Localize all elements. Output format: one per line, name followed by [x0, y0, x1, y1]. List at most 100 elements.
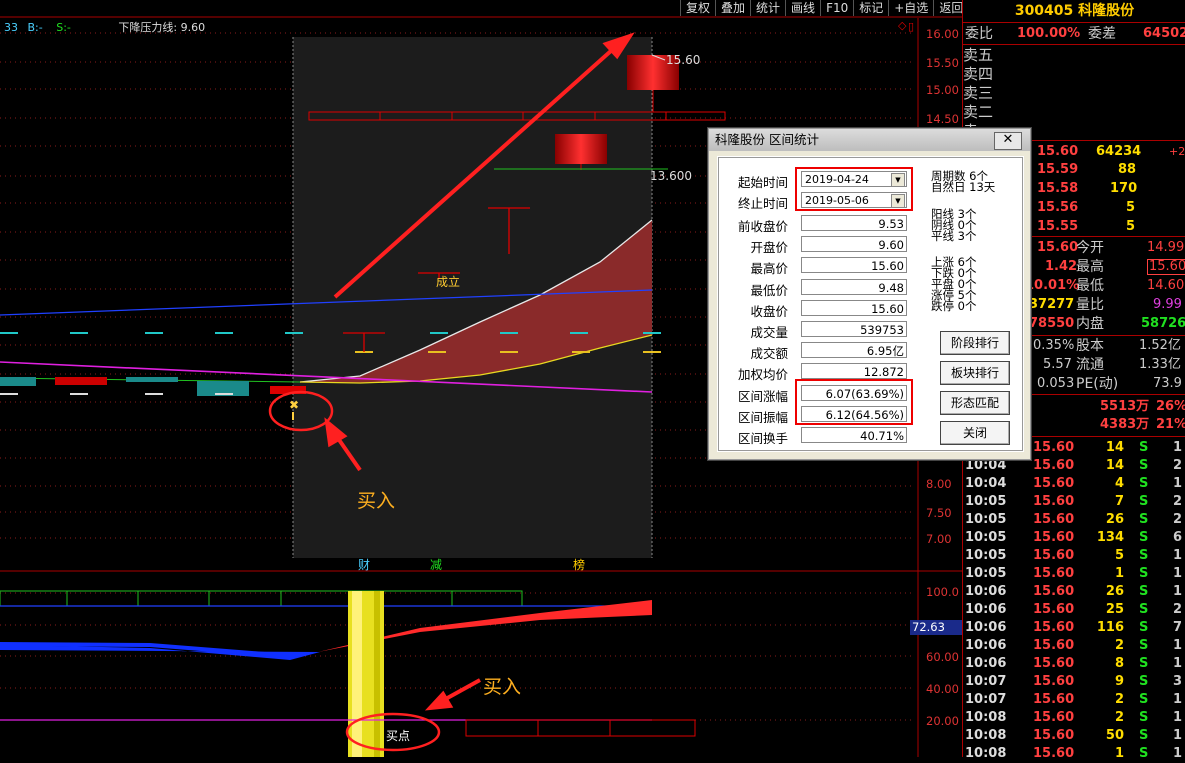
tick-p: 15.60 [1033, 530, 1075, 545]
tick-t: 10:05 [965, 494, 1007, 509]
tick-s: S [1139, 566, 1149, 581]
tick-row: 10:08 15.60 2 S 1 [963, 709, 1185, 727]
tick-v: 26 [1105, 512, 1124, 527]
toolbar-draw-button[interactable]: 画线 [785, 0, 820, 16]
tick-s: S [1139, 674, 1149, 689]
pattern-match-button[interactable]: 形态匹配 [940, 391, 1010, 415]
tick-n: 1 [1173, 746, 1183, 761]
interval-stats-dialog: 科隆股份 区间统计 ✕ 起始时间 2019-04-24 ▼ 终止时间 2019-… [708, 128, 1031, 460]
price-tick: 15.50 [926, 56, 959, 70]
indicator-tick: 20.00 [926, 714, 959, 728]
toolbar-fuquan-button[interactable]: 复权 [680, 0, 715, 16]
end-time-label: 终止时间 [737, 196, 788, 211]
highlight-gain-range [795, 379, 913, 425]
tick-p: 15.60 [1033, 602, 1075, 617]
indicator-legend: 33 B:- S:- 下降压力线: 9.60 [4, 19, 205, 35]
price-tick: 14.50 [926, 112, 959, 126]
field-label: 最高价 [750, 261, 788, 277]
dialog-close-icon[interactable]: ✕ [994, 132, 1022, 150]
buy-point-label: 买点 [386, 729, 411, 743]
buy-text-lower: 买入 [483, 676, 522, 698]
top-toolbar: 复权 叠加 统计 画线 F10 标记 +自选 返回 [680, 0, 968, 16]
field-label: 开盘价 [750, 240, 788, 256]
tick-t: 10:04 [965, 476, 1007, 491]
info-limitdown: 跌停 0个 [931, 299, 977, 313]
toolbar-f10-button[interactable]: F10 [820, 0, 853, 16]
field-label: 区间换手 [737, 431, 788, 446]
tick-n: 1 [1173, 692, 1183, 707]
tick-v: 14 [1105, 440, 1124, 455]
tick-p: 15.60 [1033, 440, 1075, 455]
indicator-current-value: 72.63 [912, 620, 945, 634]
tick-t: 10:06 [965, 638, 1007, 653]
dialog-title: 科隆股份 区间统计 [715, 132, 819, 147]
tick-s: S [1139, 602, 1149, 617]
stage-rank-button[interactable]: 阶段排行 [940, 331, 1010, 355]
tick-n: 1 [1173, 440, 1183, 455]
toolbar-stats-button[interactable]: 统计 [750, 0, 785, 16]
svg-text:▯: ▯ [908, 20, 914, 33]
field-value: 9.53 [801, 215, 907, 231]
tick-row: 10:06 15.60 2 S 1 [963, 637, 1185, 655]
tick-p: 15.60 [1033, 728, 1075, 743]
field-value: 9.48 [801, 278, 907, 295]
tick-n: 2 [1173, 602, 1183, 617]
tick-v: 1 [1114, 746, 1124, 761]
svg-text:◇: ◇ [898, 19, 907, 32]
tick-n: 7 [1173, 620, 1183, 635]
tick-row: 10:07 15.60 2 S 1 [963, 691, 1185, 709]
highlight-date-range [795, 167, 913, 211]
tick-p: 15.60 [1033, 746, 1075, 761]
indicator-panel [0, 590, 696, 757]
event-cai-icon[interactable]: 财 [358, 556, 370, 573]
tick-v: 26 [1105, 584, 1124, 599]
tick-s: S [1139, 656, 1149, 671]
stock-code: 300405 [1014, 3, 1074, 19]
toolbar-add-watchlist-button[interactable]: +自选 [888, 0, 933, 16]
sell-level-5: 卖五 [963, 46, 994, 64]
field-label: 最低价 [750, 282, 788, 298]
tick-p: 15.60 [1033, 692, 1075, 707]
tick-v: 1 [1114, 566, 1124, 581]
candle-mid [555, 134, 607, 164]
price-tick: 7.50 [926, 506, 952, 520]
field-value: 9.60 [801, 236, 907, 253]
event-jian-icon[interactable]: 减 [430, 556, 442, 573]
tick-row: 10:05 15.60 134 S 6 [963, 529, 1185, 547]
tick-s: S [1139, 746, 1149, 761]
tick-n: 2 [1173, 494, 1183, 509]
tick-n: 2 [1173, 512, 1183, 527]
tick-n: 1 [1173, 710, 1183, 725]
legend-b: B:- [27, 21, 43, 34]
tick-s: S [1139, 530, 1149, 545]
tick-v: 8 [1114, 656, 1124, 671]
close-button[interactable]: 关闭 [940, 421, 1010, 445]
tick-n: 1 [1173, 476, 1183, 491]
tick-p: 15.60 [1033, 584, 1075, 599]
tick-p: 15.60 [1033, 674, 1075, 689]
tick-s: S [1139, 620, 1149, 635]
tick-n: 1 [1173, 548, 1183, 563]
weibi-row: 委比 100.00% 委差 64502 [965, 26, 1185, 42]
buy-marker-icon: ✖ [289, 398, 299, 412]
tick-row: 10:06 15.60 116 S 7 [963, 619, 1185, 637]
tick-p: 15.60 [1033, 476, 1075, 491]
tick-row: 10:05 15.60 5 S 1 [963, 547, 1185, 565]
field-value: 539753 [801, 321, 907, 337]
dialog-titlebar[interactable]: 科隆股份 区间统计 ✕ [709, 129, 1030, 151]
tick-s: S [1139, 512, 1149, 527]
tick-p: 15.60 [1033, 548, 1075, 563]
tick-t: 10:08 [965, 728, 1007, 743]
event-bang-icon[interactable]: 榜 [573, 556, 585, 573]
sector-rank-button[interactable]: 板块排行 [940, 361, 1010, 385]
legend-resistance: 下降压力线: 9.60 [118, 21, 206, 34]
toolbar-mark-button[interactable]: 标记 [853, 0, 888, 16]
tick-s: S [1139, 476, 1149, 491]
tick-v: 2 [1114, 638, 1124, 653]
dialog-body: 起始时间 2019-04-24 ▼ 终止时间 2019-05-06 ▼ 前收盘价… [717, 156, 1024, 452]
tick-s: S [1139, 440, 1149, 455]
toolbar-overlay-button[interactable]: 叠加 [715, 0, 750, 16]
tick-n: 1 [1173, 638, 1183, 653]
price-tick: 8.00 [926, 477, 952, 491]
tick-row: 10:05 15.60 7 S 2 [963, 493, 1185, 511]
